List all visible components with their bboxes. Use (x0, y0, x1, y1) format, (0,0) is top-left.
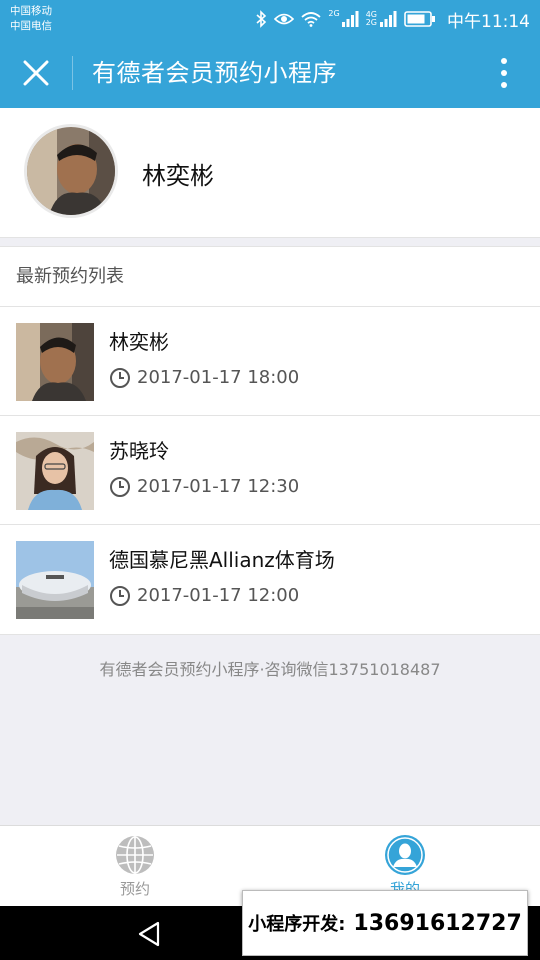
list-item[interactable]: 林奕彬 2017-01-17 18:00 (0, 307, 540, 416)
status-bar: 中国移动 中国电信 2G 4G 2G 中午11:14 (0, 0, 540, 38)
user-icon (385, 835, 425, 875)
bluetooth-icon (256, 10, 267, 28)
avatar[interactable] (24, 124, 118, 218)
stadium-photo (16, 541, 94, 619)
clock-icon (110, 368, 130, 388)
close-icon (23, 60, 49, 86)
back-triangle-icon (138, 921, 160, 947)
title-divider (72, 56, 73, 90)
carrier-1: 中国移动 (10, 5, 52, 17)
item-time: 2017-01-17 12:00 (137, 585, 300, 606)
item-time-row: 2017-01-17 18:00 (109, 365, 299, 391)
profile-name: 林奕彬 (142, 162, 214, 190)
signal-icon (341, 11, 359, 27)
footer-note: 有德者会员预约小程序·咨询微信13751018487 (99, 660, 441, 679)
carrier-info: 中国移动 中国电信 (10, 4, 52, 34)
eye-icon (274, 13, 295, 25)
developer-contact-overlay: 小程序开发: 13691612727 (242, 890, 528, 956)
network-label-group: 4G 2G (366, 11, 377, 27)
clock-icon (110, 477, 130, 497)
network-2g-label: 2G (328, 8, 340, 18)
item-thumbnail (16, 432, 94, 510)
reservation-list: 最新预约列表 林奕彬 2017-01-17 18:00 苏晓玲 2017-01-… (0, 246, 540, 635)
globe-icon (116, 836, 154, 874)
clock-icon (110, 586, 130, 606)
signal-icon-2 (380, 11, 397, 27)
wifi-icon (301, 12, 322, 27)
overlay-phone: 13691612727 (353, 910, 522, 936)
list-item[interactable]: 德国慕尼黑Allianz体育场 2017-01-17 12:00 (0, 525, 540, 634)
back-button[interactable] (136, 920, 162, 952)
overlay-label: 小程序开发: (248, 914, 346, 935)
battery-icon (404, 11, 435, 27)
person-photo (16, 323, 94, 401)
carrier-2: 中国电信 (10, 20, 52, 32)
profile-card: 林奕彬 (0, 108, 540, 238)
item-name: 林奕彬 (109, 330, 169, 354)
item-thumbnail (16, 323, 94, 401)
item-name: 德国慕尼黑Allianz体育场 (109, 548, 335, 572)
person-photo (16, 432, 94, 510)
tab-reserve[interactable]: 预约 (75, 834, 195, 899)
more-vertical-icon (501, 58, 507, 88)
title-bar: 有德者会员预约小程序 (0, 38, 540, 108)
close-button[interactable] (14, 53, 58, 93)
item-time: 2017-01-17 18:00 (137, 367, 300, 388)
page-title: 有德者会员预约小程序 (92, 59, 337, 87)
item-name: 苏晓玲 (109, 439, 169, 463)
tab-label: 预约 (119, 880, 150, 898)
list-item[interactable]: 苏晓玲 2017-01-17 12:30 (0, 416, 540, 525)
network-2g-label-2: 2G (365, 18, 377, 27)
clock-time: 中午11:14 (447, 11, 530, 32)
item-time-row: 2017-01-17 12:30 (109, 474, 299, 500)
more-button[interactable] (486, 53, 522, 93)
item-thumbnail (16, 541, 94, 619)
status-icons: 2G 4G 2G 中午11:14 (255, 6, 530, 32)
avatar-photo (27, 127, 115, 215)
item-time: 2017-01-17 12:30 (137, 476, 300, 497)
section-title: 最新预约列表 (0, 247, 540, 307)
item-time-row: 2017-01-17 12:00 (109, 583, 299, 609)
